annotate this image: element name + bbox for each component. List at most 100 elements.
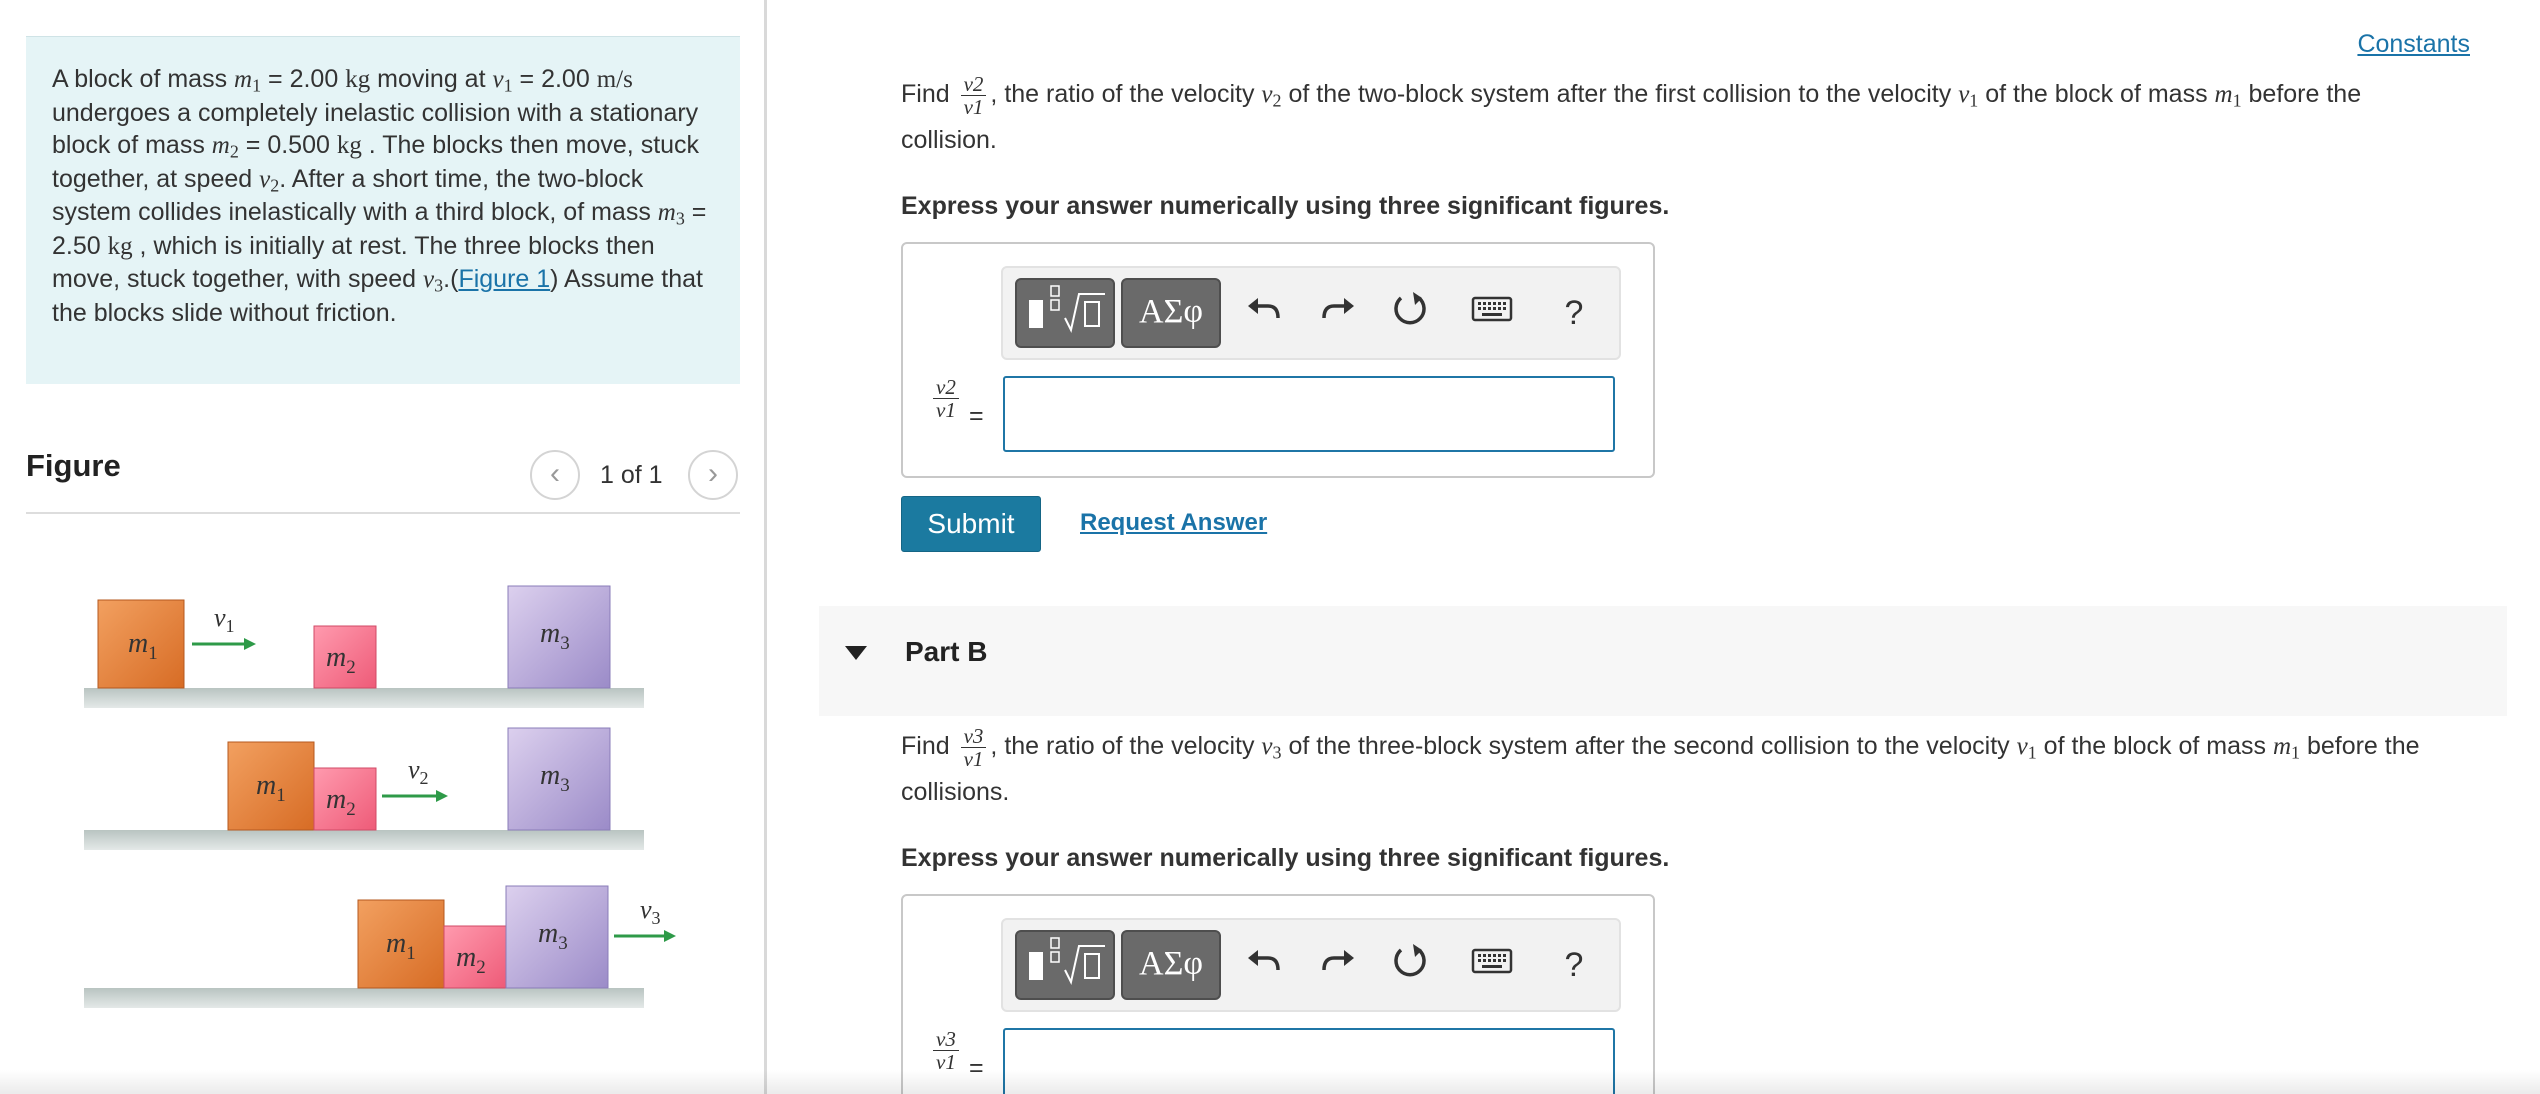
unit-kg: kg	[345, 66, 371, 93]
templates-icon	[1029, 937, 1105, 985]
undo-button[interactable]	[1239, 940, 1289, 990]
question-text: of the three-block system after the seco…	[1281, 732, 2017, 760]
problem-text: .(	[443, 265, 459, 293]
fraction-numerator: v3	[960, 725, 987, 748]
problem-text: moving at	[370, 65, 493, 93]
symbol-v2-sub: 2	[270, 175, 280, 195]
reset-icon	[1394, 944, 1426, 977]
submit-button[interactable]: Submit	[901, 496, 1041, 552]
part-a-question: Find v2 v1, the ratio of the velocity v2 …	[901, 72, 2461, 163]
svg-text:v2: v2	[408, 755, 429, 788]
chevron-right-icon: ›	[708, 457, 718, 490]
part-a-answer-input[interactable]	[1003, 376, 1615, 452]
part-b-title: Part B	[905, 636, 988, 667]
symbol-v2: v	[1261, 81, 1273, 108]
redo-button[interactable]	[1313, 940, 1363, 990]
symbol-m2-sub: 2	[229, 141, 239, 162]
block-label: m	[538, 918, 558, 949]
keyboard-button[interactable]	[1467, 940, 1517, 990]
problem-statement: A block of mass m1 = 2.00 kg moving at v…	[26, 36, 740, 384]
block-label: m	[128, 628, 148, 659]
help-button[interactable]: ?	[1549, 940, 1599, 990]
svg-text:v3: v3	[640, 895, 661, 928]
keyboard-icon	[1471, 948, 1513, 974]
figure-next-button[interactable]: ›	[688, 450, 738, 500]
figure-title: Figure	[26, 448, 121, 483]
figure-1-link[interactable]: Figure 1	[458, 265, 550, 293]
chevron-left-icon: ‹	[550, 457, 560, 490]
block-label: m	[456, 942, 476, 973]
problem-text: = 2.00	[512, 65, 597, 93]
fraction-denominator: v1	[963, 94, 984, 119]
undo-icon	[1248, 298, 1280, 319]
templates-button[interactable]	[1015, 278, 1115, 348]
greek-symbols-button[interactable]: ΑΣφ	[1121, 278, 1221, 348]
fraction-numerator: v2	[960, 73, 987, 96]
caret-down-icon[interactable]	[845, 646, 867, 660]
undo-button[interactable]	[1239, 288, 1289, 338]
unit-ms: m/s	[596, 66, 633, 93]
templates-button[interactable]	[1015, 930, 1115, 1000]
constants-link[interactable]: Constants	[2357, 30, 2470, 59]
redo-button[interactable]	[1313, 288, 1363, 338]
question-text: of the block of mass	[2036, 732, 2273, 760]
reset-icon	[1394, 292, 1426, 325]
block-label-sub: 2	[476, 957, 486, 978]
block-label-sub: 3	[560, 775, 570, 796]
velocity-label-sub: 3	[652, 908, 661, 928]
math-toolbar: ΑΣφ ?	[1001, 918, 1621, 1012]
help-icon: ?	[1564, 946, 1584, 984]
block-label: m	[326, 784, 346, 815]
question-text: , the ratio of the velocity	[990, 732, 1262, 760]
help-button[interactable]: ?	[1549, 288, 1599, 338]
question-text: of the two-block system after the first …	[1281, 80, 1959, 108]
arrow-head	[244, 638, 256, 650]
symbol-v1: v	[2016, 733, 2028, 760]
undo-icon	[1248, 950, 1280, 971]
help-icon: ?	[1564, 294, 1584, 332]
block-label: m	[540, 618, 560, 649]
greek-symbols-button[interactable]: ΑΣφ	[1121, 930, 1221, 1000]
ratio-fraction: v3 v1	[960, 725, 987, 771]
redo-icon	[1322, 298, 1354, 319]
velocity-label-sub: 1	[226, 616, 235, 636]
problem-text: A block of mass	[52, 65, 235, 93]
velocity-label: v	[408, 755, 420, 784]
ratio-fraction: v2 v1	[960, 73, 987, 119]
arrow-head	[664, 930, 676, 942]
reset-button[interactable]	[1385, 940, 1435, 990]
velocity-label: v	[640, 895, 652, 924]
fraction-denominator: v1	[963, 746, 984, 771]
reset-button[interactable]	[1385, 288, 1435, 338]
part-a-instruction: Express your answer numerically using th…	[901, 192, 1670, 220]
templates-icon	[1029, 285, 1105, 333]
question-text: , the ratio of the velocity	[990, 80, 1262, 108]
symbol-m1-sub: 1	[2291, 742, 2300, 763]
symbol-v3-sub: 3	[1272, 742, 1282, 763]
fraction-numerator: v3	[933, 1028, 959, 1051]
request-answer-link[interactable]: Request Answer	[1080, 509, 1267, 537]
floor-row-1	[84, 688, 644, 708]
unit-kg: kg	[336, 132, 362, 159]
svg-text:v1: v1	[214, 603, 235, 636]
keyboard-button[interactable]	[1467, 288, 1517, 338]
symbol-v1-sub: 1	[1969, 90, 1979, 111]
math-toolbar: ΑΣφ ?	[1001, 266, 1621, 360]
symbol-v3-sub: 3	[434, 275, 444, 296]
symbol-v1: v	[492, 66, 504, 93]
greek-symbols-icon: ΑΣφ	[1139, 945, 1203, 982]
block-label-sub: 2	[346, 657, 356, 678]
part-b-question: Find v3 v1, the ratio of the velocity v3 …	[901, 724, 2461, 815]
block-label: m	[540, 760, 560, 791]
block-label-sub: 2	[346, 799, 356, 820]
answer-label: v2 v1	[929, 376, 963, 421]
figure-prev-button[interactable]: ‹	[530, 450, 580, 500]
part-b-header[interactable]: Part B	[819, 606, 2507, 716]
floor-row-3	[84, 988, 644, 1008]
block-label-sub: 3	[560, 633, 570, 654]
keyboard-icon	[1471, 296, 1513, 322]
symbol-v1-sub: 1	[503, 75, 513, 96]
part-b-instruction: Express your answer numerically using th…	[901, 844, 1670, 872]
unit-kg: kg	[107, 232, 133, 260]
block-label-sub: 3	[558, 933, 568, 954]
